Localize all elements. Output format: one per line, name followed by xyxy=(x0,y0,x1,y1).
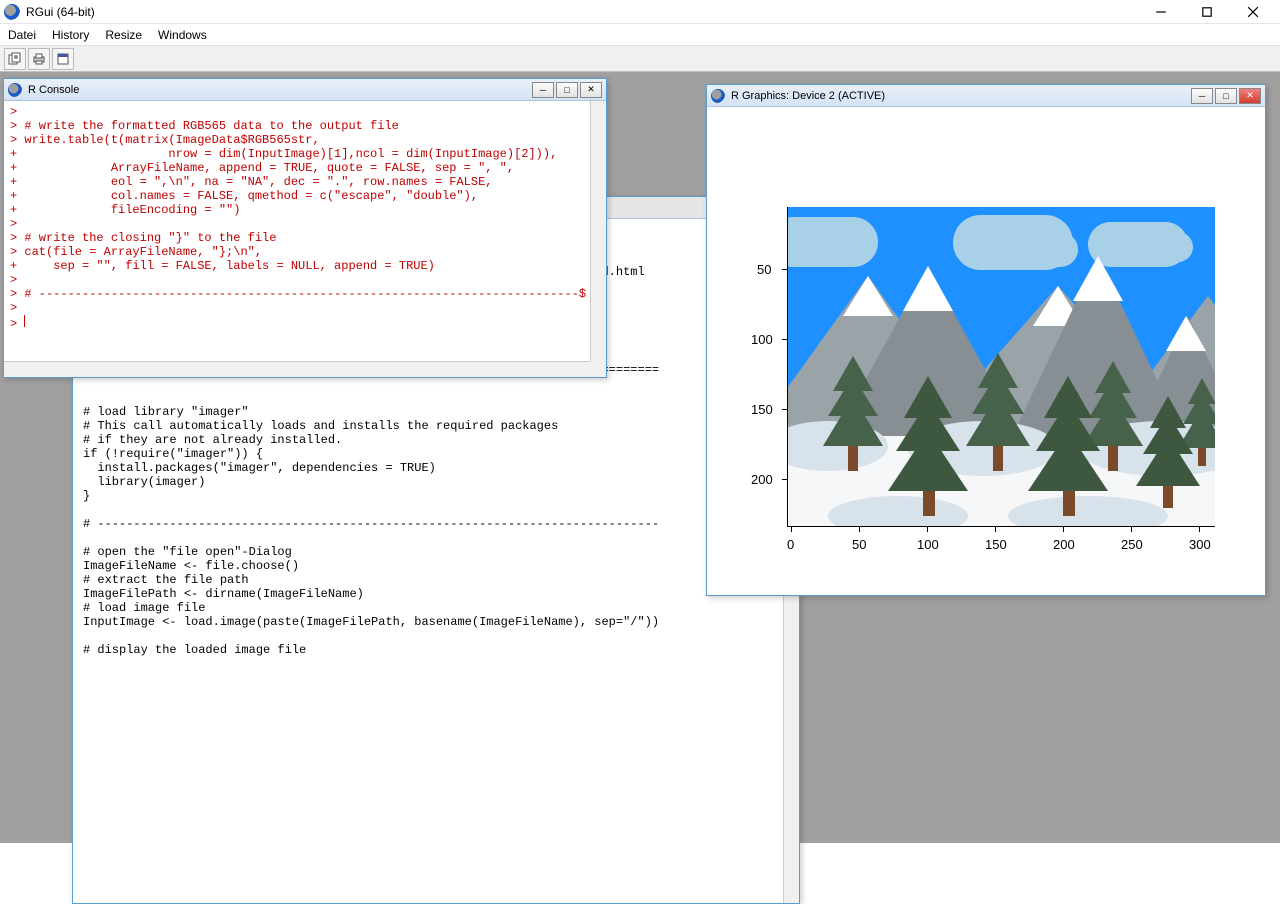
tree-foliage xyxy=(1150,396,1186,428)
x-tick-label: 0 xyxy=(787,537,794,552)
tree-foliage xyxy=(904,376,952,418)
console-scrollbar-vertical[interactable] xyxy=(590,101,606,361)
tree-foliage xyxy=(1188,378,1215,404)
console-title-bar[interactable]: R Console ─ □ ✕ xyxy=(4,79,606,101)
mdi-client-area: ray.R - R Editor # "C:\Program Files\R\R… xyxy=(0,72,1280,843)
x-tick-label: 200 xyxy=(1053,537,1075,552)
snowcap-shape xyxy=(903,266,953,311)
x-tick-label: 250 xyxy=(1121,537,1143,552)
scrollbar-corner xyxy=(590,361,606,377)
x-tick xyxy=(1199,527,1200,532)
maximize-button[interactable] xyxy=(1184,0,1230,24)
x-tick-label: 150 xyxy=(985,537,1007,552)
y-tick-label: 150 xyxy=(751,402,773,417)
graphics-close-button[interactable]: ✕ xyxy=(1239,88,1261,104)
tree-foliage xyxy=(978,353,1018,388)
toolbar xyxy=(0,46,1280,72)
x-tick xyxy=(1131,527,1132,532)
console-title-text: R Console xyxy=(28,84,532,96)
x-tick xyxy=(1063,527,1064,532)
graphics-window[interactable]: R Graphics: Device 2 (ACTIVE) ─ □ ✕ 50 1… xyxy=(706,84,1266,596)
r-logo-icon xyxy=(711,89,725,103)
graphics-canvas: 50 100 150 200 0 50 100 150 200 250 300 xyxy=(707,107,1265,595)
console-close-button[interactable]: ✕ xyxy=(580,82,602,98)
graphics-title-text: R Graphics: Device 2 (ACTIVE) xyxy=(731,90,1191,102)
x-tick-label: 100 xyxy=(917,537,939,552)
print-button[interactable] xyxy=(28,48,50,70)
console-maximize-button[interactable]: □ xyxy=(556,82,578,98)
console-minimize-button[interactable]: ─ xyxy=(532,82,554,98)
console-text-area[interactable]: > > # write the formatted RGB565 data to… xyxy=(4,101,606,361)
graphics-title-bar[interactable]: R Graphics: Device 2 (ACTIVE) ─ □ ✕ xyxy=(707,85,1265,107)
minimize-button[interactable] xyxy=(1138,0,1184,24)
app-title: RGui (64-bit) xyxy=(26,5,1138,19)
tree-foliage xyxy=(1095,361,1131,393)
menu-resize[interactable]: Resize xyxy=(105,28,142,42)
y-tick-label: 100 xyxy=(751,332,773,347)
snowcap-shape xyxy=(1073,256,1123,301)
cloud-shape xyxy=(803,232,863,267)
menu-bar: Datei History Resize Windows xyxy=(0,24,1280,46)
snowcap-shape xyxy=(1166,316,1206,351)
menu-windows[interactable]: Windows xyxy=(158,28,207,42)
graphics-maximize-button[interactable]: □ xyxy=(1215,88,1237,104)
r-logo-icon xyxy=(4,4,20,20)
plot-image xyxy=(787,207,1215,527)
window-button[interactable] xyxy=(52,48,74,70)
tree-foliage xyxy=(1044,376,1092,418)
x-tick xyxy=(791,527,792,532)
menu-history[interactable]: History xyxy=(52,28,89,42)
tree-foliage xyxy=(833,356,873,391)
copy-clipboard-button[interactable] xyxy=(4,48,26,70)
text-cursor xyxy=(24,315,25,327)
close-button[interactable] xyxy=(1230,0,1276,24)
r-logo-icon xyxy=(8,83,22,97)
x-tick xyxy=(995,527,996,532)
graphics-minimize-button[interactable]: ─ xyxy=(1191,88,1213,104)
app-title-bar: RGui (64-bit) xyxy=(0,0,1280,24)
x-tick xyxy=(859,527,860,532)
console-text: > > # write the formatted RGB565 data to… xyxy=(10,105,586,331)
console-window[interactable]: R Console ─ □ ✕ > > # write the formatte… xyxy=(3,78,607,378)
y-tick-label: 200 xyxy=(751,472,773,487)
x-tick-label: 300 xyxy=(1189,537,1211,552)
console-scrollbar-horizontal[interactable] xyxy=(4,361,590,377)
x-tick xyxy=(927,527,928,532)
x-tick-label: 50 xyxy=(852,537,866,552)
menu-datei[interactable]: Datei xyxy=(8,28,36,42)
y-tick-label: 50 xyxy=(757,262,771,277)
